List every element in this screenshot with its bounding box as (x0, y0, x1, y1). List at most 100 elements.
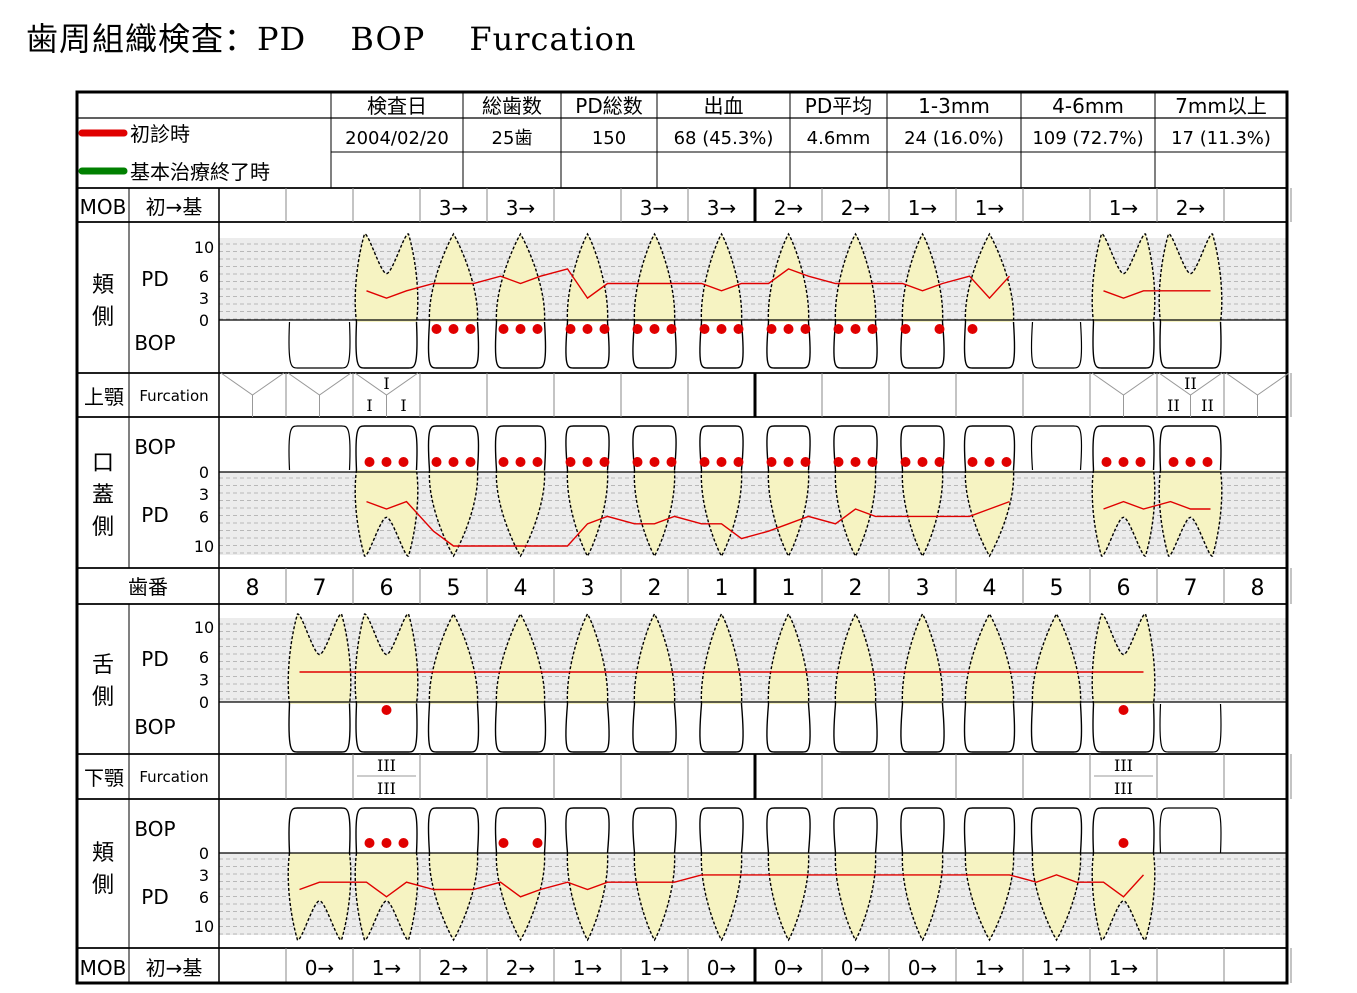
mob-value-lower: 1→ (372, 956, 401, 980)
pd-scale-tick: 6 (199, 267, 209, 286)
pd-scale-tick: 3 (199, 866, 209, 885)
bop-dot-upper-palatal (649, 457, 660, 467)
pd-scale-tick: 6 (199, 507, 209, 526)
furcation-grade-lower: III (377, 756, 396, 775)
bop-dot-upper-buccal (431, 324, 442, 334)
tooth-crown (427, 703, 480, 753)
tooth-number: 6 (1117, 576, 1131, 601)
pd-scale-tick: 10 (194, 238, 214, 257)
tooth-number: 4 (983, 576, 997, 601)
bop-dot-upper-buccal (766, 324, 777, 334)
tooth-crown (1030, 703, 1083, 753)
bop-dot-upper-buccal (498, 324, 509, 334)
summary-value: 2004/02/20 (345, 128, 449, 149)
furcation-grade-upper: II (1167, 396, 1180, 415)
tooth-number: 8 (1251, 576, 1265, 601)
bop-label: BOP (134, 715, 175, 739)
bop-dot-upper-palatal (1118, 457, 1129, 467)
summary-value: 68 (45.3%) (674, 128, 774, 149)
furcation-mark (1091, 372, 1156, 396)
bop-dot-upper-palatal (498, 457, 509, 467)
pd-scale-tick: 3 (199, 485, 209, 504)
tooth-crown (288, 703, 351, 753)
tooth-number: 1 (715, 576, 729, 601)
tooth-crown (766, 807, 811, 854)
pd-label: PD (141, 885, 168, 909)
bop-dot-lower-buccal (532, 838, 543, 848)
tooth-crown (1159, 321, 1222, 369)
bop-dot-upper-palatal (398, 457, 409, 467)
tooth-number: 8 (246, 576, 260, 601)
missing-tooth-outline (1159, 807, 1222, 854)
bop-dot-upper-palatal (465, 457, 476, 467)
summary-value: 109 (72.7%) (1032, 128, 1143, 149)
bop-dot-upper-palatal (699, 457, 710, 467)
pd-scale-tick: 3 (199, 671, 209, 690)
bop-dot-upper-palatal (1202, 457, 1213, 467)
pd-scale-tick: 6 (199, 888, 209, 907)
summary-header: 7mm以上 (1175, 94, 1267, 118)
tooth-crown (766, 703, 811, 753)
bop-dot-upper-buccal (582, 324, 593, 334)
bop-dot-upper-palatal (1168, 457, 1179, 467)
bop-dot-lower-lingual (1118, 705, 1129, 715)
furcation-label: Furcation (139, 387, 208, 405)
bop-dot-upper-buccal (632, 324, 643, 334)
bop-dot-upper-palatal (716, 457, 727, 467)
bop-label: BOP (134, 817, 175, 841)
pd-scale-tick: 0 (199, 693, 209, 712)
mob-value-lower: 0→ (305, 956, 334, 980)
bop-dot-upper-palatal (967, 457, 978, 467)
mob-value-upper: 2→ (841, 196, 870, 220)
bop-dot-upper-palatal (766, 457, 777, 467)
summary-header: PD平均 (805, 94, 872, 118)
tooth-crown (565, 703, 610, 753)
bop-dot-upper-palatal (632, 457, 643, 467)
pd-label: PD (141, 267, 168, 291)
pd-scale-tick: 0 (199, 844, 209, 863)
tooth-crown (900, 807, 945, 854)
bop-dot-upper-palatal (984, 457, 995, 467)
bop-label: BOP (134, 331, 175, 355)
furcation-grade-upper: I (366, 396, 372, 415)
bop-dot-upper-palatal (1185, 457, 1196, 467)
tooth-number: 4 (514, 576, 528, 601)
furcation-grade-upper: I (383, 374, 389, 393)
tooth-crown (632, 703, 677, 753)
buccal-label-lower: 頬 (92, 841, 114, 866)
bop-dot-upper-palatal (532, 457, 543, 467)
bop-dot-upper-palatal (448, 457, 459, 467)
bop-dot-upper-palatal (733, 457, 744, 467)
tooth-number-label: 歯番 (128, 575, 168, 599)
mob-value-upper: 1→ (1109, 196, 1138, 220)
mob-value-lower: 0→ (841, 956, 870, 980)
tooth-number: 1 (782, 576, 796, 601)
bop-dot-upper-buccal (850, 324, 861, 334)
bop-dot-upper-buccal (833, 324, 844, 334)
mob-value-lower: 1→ (975, 956, 1004, 980)
mob-value-upper: 2→ (1176, 196, 1205, 220)
bop-dot-upper-buccal (515, 324, 526, 334)
missing-tooth-outline (1030, 321, 1083, 369)
tooth-crown (1030, 807, 1083, 854)
bop-dot-upper-palatal (833, 457, 844, 467)
bop-dot-upper-buccal (800, 324, 811, 334)
buccal-label-lower: 側 (92, 873, 114, 898)
mob-value-upper: 3→ (640, 196, 669, 220)
pd-label: PD (141, 647, 168, 671)
bop-dot-upper-palatal (599, 457, 610, 467)
bop-dot-upper-palatal (917, 457, 928, 467)
tooth-number: 3 (581, 576, 595, 601)
bop-dot-upper-buccal (934, 324, 945, 334)
bop-dot-upper-buccal (867, 324, 878, 334)
mob-value-lower: 1→ (1109, 956, 1138, 980)
bop-dot-upper-buccal (599, 324, 610, 334)
summary-header: 検査日 (367, 94, 427, 118)
tooth-crown (833, 703, 878, 753)
tooth-crown (900, 703, 945, 753)
tooth-number: 6 (380, 576, 394, 601)
bop-dot-lower-buccal (364, 838, 375, 848)
furcation-grade-upper: II (1201, 396, 1214, 415)
summary-value: 4.6mm (807, 128, 871, 149)
tooth-crown (963, 807, 1016, 854)
